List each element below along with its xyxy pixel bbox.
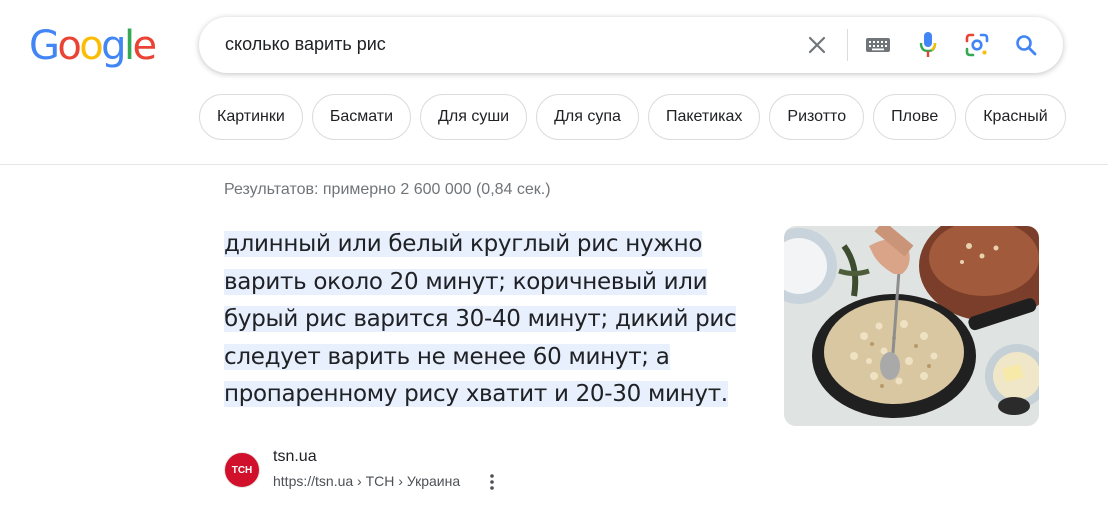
chip-dlya-sushi[interactable]: Для суши	[420, 94, 528, 140]
logo-letter: G	[29, 23, 60, 69]
site-name[interactable]: tsn.ua	[273, 448, 317, 466]
lens-icon	[965, 33, 989, 57]
chip-basmati[interactable]: Басмати	[311, 94, 412, 140]
search-divider	[847, 29, 848, 61]
snippet-line: пропаренному рису хватит и 20-30 минут.	[224, 381, 728, 407]
google-logo[interactable]: Google	[29, 22, 157, 70]
chip-krasnyi[interactable]: Красный	[965, 94, 1066, 140]
close-icon	[808, 36, 826, 54]
keyboard-button[interactable]	[861, 17, 895, 73]
logo-letter: o	[79, 23, 103, 69]
search-button[interactable]	[1009, 17, 1043, 73]
search-icon	[1016, 35, 1037, 56]
chip-dlya-supa[interactable]: Для супа	[536, 94, 639, 140]
featured-snippet-text: длинный или белый круглый рис нужно вари…	[224, 226, 754, 414]
microphone-icon	[919, 32, 937, 57]
chip-bar: Картинки Басмати Для суши Для супа Пакет…	[199, 94, 1066, 140]
chip-kartinki[interactable]: Картинки	[199, 94, 303, 140]
more-vert-icon	[490, 474, 494, 490]
keyboard-icon	[866, 38, 890, 52]
logo-letter: o	[57, 23, 81, 69]
tsn-favicon: ТСН	[224, 452, 260, 488]
snippet-line: бурый рис варится 30-40 минут; дикий рис	[224, 306, 737, 332]
logo-letter: e	[132, 23, 157, 69]
rice-pan-image	[784, 226, 1039, 426]
snippet-line: следует варить не менее 60 минут; а	[224, 343, 670, 370]
more-options-button[interactable]	[482, 472, 502, 492]
header-divider	[0, 164, 1108, 165]
snippet-line: длинный или белый круглый рис нужно	[224, 231, 703, 257]
logo-letter: g	[101, 23, 126, 69]
snippet-line: варить около 20 минут; коричневый или	[224, 268, 708, 295]
chip-plove[interactable]: Плове	[873, 94, 957, 140]
search-input[interactable]: сколько варить рис	[225, 34, 386, 55]
chip-rizotto[interactable]: Ризотто	[769, 94, 865, 140]
result-stats: Результатов: примерно 2 600 000 (0,84 се…	[224, 181, 551, 198]
clear-button[interactable]	[801, 17, 833, 73]
site-breadcrumb-url[interactable]: https://tsn.ua › ТСН › Украина	[273, 473, 460, 489]
logo-letter: l	[123, 23, 135, 69]
voice-search-button[interactable]	[912, 17, 944, 73]
chip-paketikah[interactable]: Пакетиках	[647, 94, 761, 140]
lens-search-button[interactable]	[961, 17, 993, 73]
snippet-image[interactable]	[784, 226, 1039, 426]
search-box[interactable]: сколько варить рис	[199, 17, 1063, 73]
